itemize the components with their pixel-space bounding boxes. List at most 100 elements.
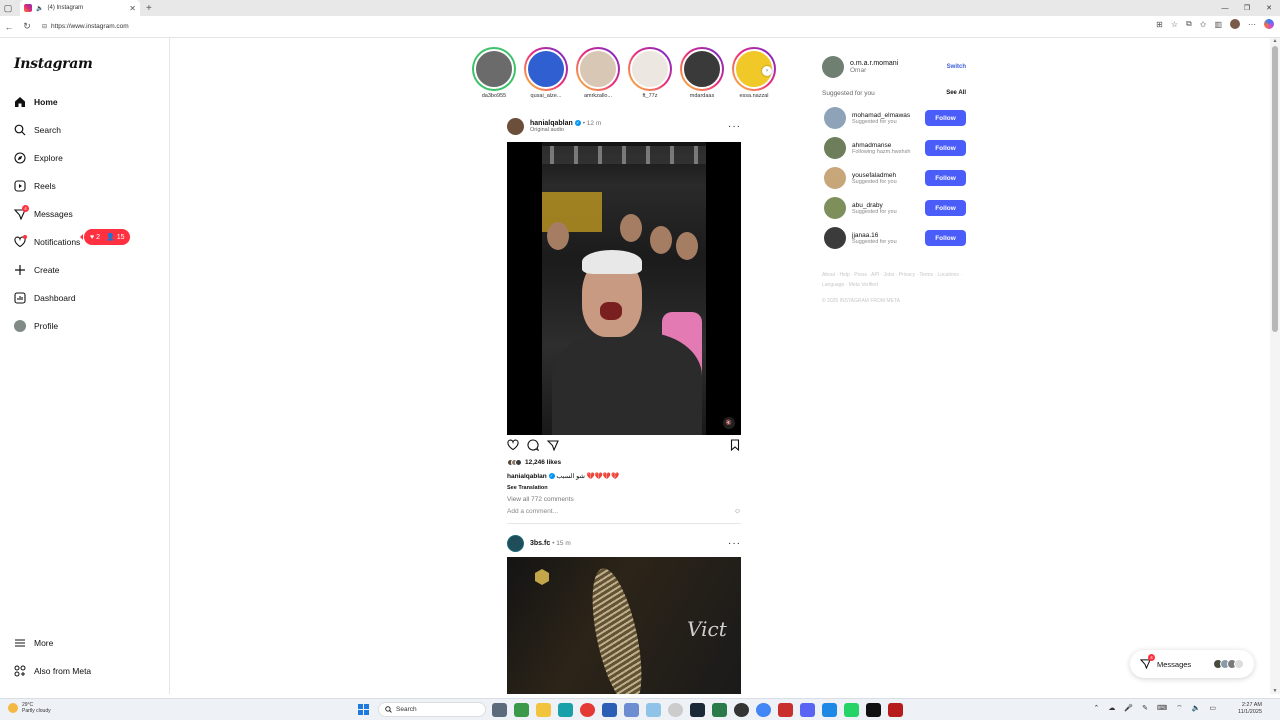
photos-icon[interactable] — [646, 703, 661, 717]
profile-username[interactable]: o.m.a.r.momani — [850, 60, 898, 67]
store-icon[interactable] — [602, 703, 617, 717]
close-window-icon[interactable]: ✕ — [1258, 0, 1280, 16]
sidebar-item-profile[interactable]: Profile — [14, 320, 58, 332]
avatar[interactable] — [824, 227, 846, 249]
taskbar-search[interactable]: Search — [378, 702, 486, 717]
minimize-icon[interactable]: — — [1214, 0, 1236, 16]
address-bar[interactable]: ⊟ https://www.instagram.com — [42, 19, 1182, 35]
follow-button[interactable]: Follow — [925, 200, 966, 216]
story-item[interactable]: mdardaas — [679, 47, 725, 99]
wifi-icon[interactable]: ⌔ — [1176, 704, 1183, 713]
suggestion-username[interactable]: ahmadmanse — [852, 142, 910, 149]
microphone-icon[interactable]: 🎤 — [1124, 704, 1133, 713]
windows-start-icon[interactable] — [358, 704, 369, 715]
instagram-logo[interactable]: Instagram — [14, 56, 93, 72]
avatar[interactable] — [822, 56, 844, 78]
restore-icon[interactable]: ❐ — [1236, 0, 1258, 16]
suggestion-username[interactable]: abu_draby — [852, 202, 897, 209]
sidebar-item-dashboard[interactable]: Dashboard — [14, 292, 76, 304]
suggestion-username[interactable]: yousefaladmeh — [852, 172, 897, 179]
browser-profile-avatar[interactable] — [1230, 19, 1240, 29]
extensions-icon[interactable]: ⧉ — [1186, 19, 1192, 29]
favorites-icon[interactable]: ✩ — [1200, 20, 1207, 29]
follow-button[interactable]: Follow — [925, 170, 966, 186]
sidebar-item-explore[interactable]: Explore — [14, 152, 63, 164]
edge-icon[interactable] — [558, 703, 573, 717]
app-store-icon[interactable] — [822, 703, 837, 717]
view-comments-link[interactable]: View all 772 comments — [507, 496, 574, 503]
emoji-icon[interactable]: ☺ — [734, 508, 741, 515]
avatar[interactable] — [824, 107, 846, 129]
see-translation-link[interactable]: See Translation — [507, 485, 548, 491]
pen-icon[interactable]: ✎ — [1142, 704, 1148, 713]
task-view-icon[interactable] — [492, 703, 507, 717]
sidebar-item-more[interactable]: More — [14, 637, 53, 649]
copilot-icon[interactable] — [1264, 19, 1274, 29]
story-item[interactable]: ft_77z — [627, 47, 673, 99]
caption-author[interactable]: hanialqablan — [507, 473, 547, 480]
suggestion-username[interactable]: mohamad_elmawas — [852, 112, 910, 119]
post-options-icon[interactable]: ··· — [728, 121, 741, 131]
follow-button[interactable]: Follow — [925, 140, 966, 156]
media-player-icon[interactable] — [778, 703, 793, 717]
refresh-icon[interactable]: ↻ — [18, 21, 36, 32]
notepad-icon[interactable] — [624, 703, 639, 717]
post-author-name[interactable]: 3bs.fc — [530, 540, 550, 547]
post-author-name[interactable]: hanialqablan — [530, 120, 573, 127]
language-icon[interactable]: ⌨ — [1157, 704, 1167, 713]
tab-actions-icon[interactable]: ▢ — [0, 0, 16, 16]
discord-icon[interactable] — [800, 703, 815, 717]
mute-icon[interactable]: 🔇 — [723, 417, 735, 429]
sidebar-item-messages[interactable]: 4 Messages — [14, 205, 73, 220]
comment-input[interactable]: Add a comment... — [507, 508, 558, 515]
taskbar-clock[interactable]: 2:27 AM 11/1/2025 — [1238, 702, 1262, 716]
story-item[interactable]: da3bo955 — [471, 47, 517, 99]
back-icon[interactable]: ← — [0, 22, 18, 32]
stories-next-icon[interactable]: › — [762, 66, 772, 76]
xbox-icon[interactable] — [712, 703, 727, 717]
sidebar-item-also-from-meta[interactable]: Also from Meta — [14, 665, 91, 677]
battery-icon[interactable]: ▭ — [1209, 704, 1216, 713]
story-item[interactable]: amrkzallo... — [575, 47, 621, 99]
likes-row[interactable]: 12,246 likes — [507, 459, 561, 466]
post-options-icon[interactable]: ··· — [728, 538, 741, 548]
settings-icon[interactable] — [668, 703, 683, 717]
sidebar-item-reels[interactable]: Reels — [14, 180, 56, 192]
scroll-down-icon[interactable]: ▼ — [1270, 688, 1280, 694]
scroll-up-icon[interactable]: ▲ — [1270, 38, 1280, 44]
volume-icon[interactable]: 🔈 — [1192, 704, 1201, 713]
footer-links[interactable]: About · Help · Press · API · Jobs · Priv… — [822, 270, 972, 290]
weather-widget[interactable]: 29°C Partly cloudy — [8, 702, 51, 714]
see-all-link[interactable]: See All — [946, 90, 966, 97]
avatar[interactable] — [824, 197, 846, 219]
story-item[interactable]: qusai_alze... — [523, 47, 569, 99]
site-info-icon[interactable]: ⊟ — [42, 23, 47, 30]
chrome-icon[interactable] — [756, 703, 771, 717]
sidebar-item-home[interactable]: Home — [14, 96, 58, 108]
follow-button[interactable]: Follow — [925, 230, 966, 246]
bookmark-icon[interactable] — [729, 438, 741, 456]
sidebar-item-create[interactable]: Create — [14, 264, 60, 276]
comment-icon[interactable] — [527, 438, 540, 456]
like-icon[interactable] — [507, 438, 519, 456]
post-author-avatar[interactable] — [507, 535, 524, 552]
app-icon[interactable] — [734, 703, 749, 717]
file-explorer-icon[interactable] — [536, 703, 551, 717]
post-author-avatar[interactable] — [507, 118, 524, 135]
post-audio[interactable]: Original audio — [530, 127, 601, 133]
steam-icon[interactable] — [690, 703, 705, 717]
opera-icon[interactable] — [580, 703, 595, 717]
app-available-icon[interactable]: ⊞ — [1156, 20, 1163, 29]
settings-more-icon[interactable]: ⋯ — [1248, 20, 1256, 29]
favorite-star-icon[interactable]: ☆ — [1171, 20, 1178, 29]
whatsapp-icon[interactable] — [844, 703, 859, 717]
suggestion-username[interactable]: jjanaa.16 — [852, 232, 897, 239]
speaker-icon[interactable]: 🔈 — [36, 5, 43, 12]
browser-tab[interactable]: 🔈 (4) Instagram ✕ — [20, 0, 140, 16]
post-video[interactable]: 🔇 — [507, 142, 741, 435]
new-tab-icon[interactable]: + — [146, 3, 152, 14]
scrollbar-thumb[interactable] — [1272, 46, 1278, 332]
tab-close-icon[interactable]: ✕ — [129, 4, 136, 13]
collections-icon[interactable]: ▥ — [1214, 20, 1222, 29]
share-icon[interactable] — [546, 438, 559, 456]
